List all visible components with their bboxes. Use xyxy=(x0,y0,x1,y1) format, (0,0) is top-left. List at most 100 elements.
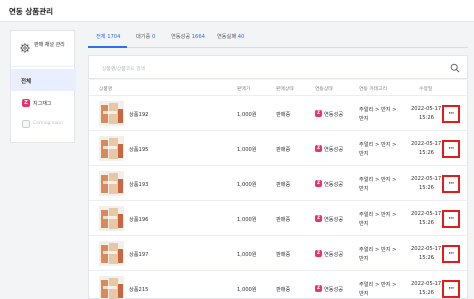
table-row[interactable]: 상품192 1,000원 판매중 Z 연동성공 주얼리 > 반지 > 반지 20… xyxy=(89,97,469,131)
coming-soon-label: Coming soon xyxy=(33,121,63,126)
product-price: 1,000원 xyxy=(237,112,257,118)
link-status: 연동성공 xyxy=(324,217,344,223)
sidebar-item-zigzag-label: 지그재그 xyxy=(33,101,52,107)
zigzag-logo-icon: Z xyxy=(315,215,322,222)
product-thumbnail xyxy=(99,136,124,161)
ellipsis-icon: ··· xyxy=(448,285,454,292)
product-price: 1,000원 xyxy=(237,252,257,258)
tab-waiting[interactable]: 대기중 0 xyxy=(136,33,155,40)
product-thumbnail xyxy=(99,171,124,196)
tab-all[interactable]: 전체 1704 xyxy=(96,33,120,40)
channel-management-header[interactable]: 판매 채널 관리 xyxy=(11,31,76,67)
more-options-button[interactable]: ··· xyxy=(442,175,460,193)
search-icon[interactable] xyxy=(450,63,460,73)
ellipsis-icon: ··· xyxy=(448,250,454,257)
modified-time: 15:26 xyxy=(419,115,434,121)
modified-date: 2022-05-17 xyxy=(411,246,442,252)
page-title: 연동 상품관리 xyxy=(9,7,54,16)
header-category: 연동 카테고리 xyxy=(359,87,388,92)
header-modified-date: 수정일 xyxy=(419,87,433,92)
sale-status: 판매중 xyxy=(276,252,291,258)
modified-time: 15:26 xyxy=(419,150,434,156)
product-name[interactable]: 상품192 xyxy=(129,111,148,118)
modified-time: 15:26 xyxy=(419,290,434,296)
sale-status: 판매중 xyxy=(276,182,291,188)
zigzag-logo-icon: Z xyxy=(22,99,30,107)
table-row[interactable]: 상품193 1,000원 판매중 Z 연동성공 주얼리 > 반지 > 반지 20… xyxy=(89,167,469,201)
category-leaf: 반지 xyxy=(359,186,369,192)
sale-status: 판매중 xyxy=(276,112,291,118)
modified-date: 2022-05-17 xyxy=(411,176,442,182)
active-tab-indicator xyxy=(88,46,127,48)
modified-time: 15:26 xyxy=(419,255,434,261)
sales-channel-sidebar: 판매 채널 관리 전체 Z 지그재그 Coming soon xyxy=(10,30,76,143)
placeholder-channel-icon xyxy=(22,120,30,128)
product-thumbnail xyxy=(99,206,124,231)
table-row[interactable]: 상품215 1,000원 판매중 Z 연동성공 주얼리 > 반지 > 반지 20… xyxy=(89,272,469,299)
sale-status: 판매중 xyxy=(276,287,291,293)
link-status: 연동성공 xyxy=(324,287,344,293)
search-input[interactable]: 상품명/상품코드 검색 xyxy=(102,65,145,72)
more-options-button[interactable]: ··· xyxy=(442,210,460,228)
title-bar: 연동 상품관리 xyxy=(0,0,474,22)
ellipsis-icon: ··· xyxy=(448,215,454,222)
product-thumbnail xyxy=(99,241,124,266)
product-table: 상품명 판매가 판매상태 연동상태 연동 카테고리 수정일 상품192 1,00… xyxy=(88,80,469,299)
category-leaf: 반지 xyxy=(359,291,369,297)
product-price: 1,000원 xyxy=(237,287,257,293)
product-price: 1,000원 xyxy=(237,217,257,223)
category-path: 주얼리 > 반지 > xyxy=(359,107,397,113)
link-status: 연동성공 xyxy=(324,182,344,188)
category-path: 주얼리 > 반지 > xyxy=(359,282,397,288)
modified-time: 15:26 xyxy=(419,220,434,226)
modified-time: 15:26 xyxy=(419,185,434,191)
sidebar-item-all[interactable]: 전체 xyxy=(11,69,76,91)
sale-status: 판매중 xyxy=(276,217,291,223)
table-row[interactable]: 상품196 1,000원 판매중 Z 연동성공 주얼리 > 반지 > 반지 20… xyxy=(89,202,469,236)
product-name[interactable]: 상품195 xyxy=(129,146,148,153)
table-row[interactable]: 상품197 1,000원 판매중 Z 연동성공 주얼리 > 반지 > 반지 20… xyxy=(89,237,469,271)
table-row[interactable]: 상품195 1,000원 판매중 Z 연동성공 주얼리 > 반지 > 반지 20… xyxy=(89,132,469,166)
zigzag-logo-icon: Z xyxy=(315,250,322,257)
product-thumbnail xyxy=(99,101,124,126)
product-name[interactable]: 상품193 xyxy=(129,181,148,188)
modified-date: 2022-05-17 xyxy=(411,141,442,147)
status-tabs: 전체 1704 대기중 0 연동성공 1664 연동실패 40 xyxy=(88,27,468,48)
modified-date: 2022-05-17 xyxy=(411,211,442,217)
ellipsis-icon: ··· xyxy=(448,180,454,187)
search-bar[interactable]: 상품명/상품코드 검색 xyxy=(88,55,468,79)
category-path: 주얼리 > 반지 > xyxy=(359,142,397,148)
category-leaf: 반지 xyxy=(359,116,369,122)
header-price: 판매가 xyxy=(237,87,251,92)
more-options-button[interactable]: ··· xyxy=(442,140,460,158)
header-sale-status: 판매상태 xyxy=(276,87,294,92)
product-name[interactable]: 상품215 xyxy=(129,286,148,293)
header-link-status: 연동상태 xyxy=(315,87,333,92)
gear-icon xyxy=(20,43,30,53)
modified-date: 2022-05-17 xyxy=(411,106,442,112)
more-options-button[interactable]: ··· xyxy=(442,245,460,263)
category-path: 주얼리 > 반지 > xyxy=(359,177,397,183)
ellipsis-icon: ··· xyxy=(448,110,454,117)
product-thumbnail xyxy=(99,276,124,299)
sidebar-item-coming-soon: Coming soon xyxy=(11,116,76,142)
product-name[interactable]: 상품197 xyxy=(129,251,148,258)
product-name[interactable]: 상품196 xyxy=(129,216,148,223)
more-options-button[interactable]: ··· xyxy=(442,280,460,298)
product-price: 1,000원 xyxy=(237,182,257,188)
ellipsis-icon: ··· xyxy=(448,145,454,152)
sale-status: 판매중 xyxy=(276,147,291,153)
category-leaf: 반지 xyxy=(359,256,369,262)
table-header: 상품명 판매가 판매상태 연동상태 연동 카테고리 수정일 xyxy=(89,80,469,96)
product-price: 1,000원 xyxy=(237,147,257,153)
more-options-button[interactable]: ··· xyxy=(442,105,460,123)
channel-management-label: 판매 채널 관리 xyxy=(34,42,65,48)
modified-date: 2022-05-17 xyxy=(411,281,442,287)
tab-link-success[interactable]: 연동성공 1664 xyxy=(171,33,205,40)
sidebar-item-zigzag[interactable]: Z 지그재그 xyxy=(11,93,76,115)
zigzag-logo-icon: Z xyxy=(315,180,322,187)
tab-link-fail[interactable]: 연동실패 40 xyxy=(217,33,244,40)
category-leaf: 반지 xyxy=(359,151,369,157)
header-product-name: 상품명 xyxy=(99,87,113,92)
zigzag-logo-icon: Z xyxy=(315,285,322,292)
